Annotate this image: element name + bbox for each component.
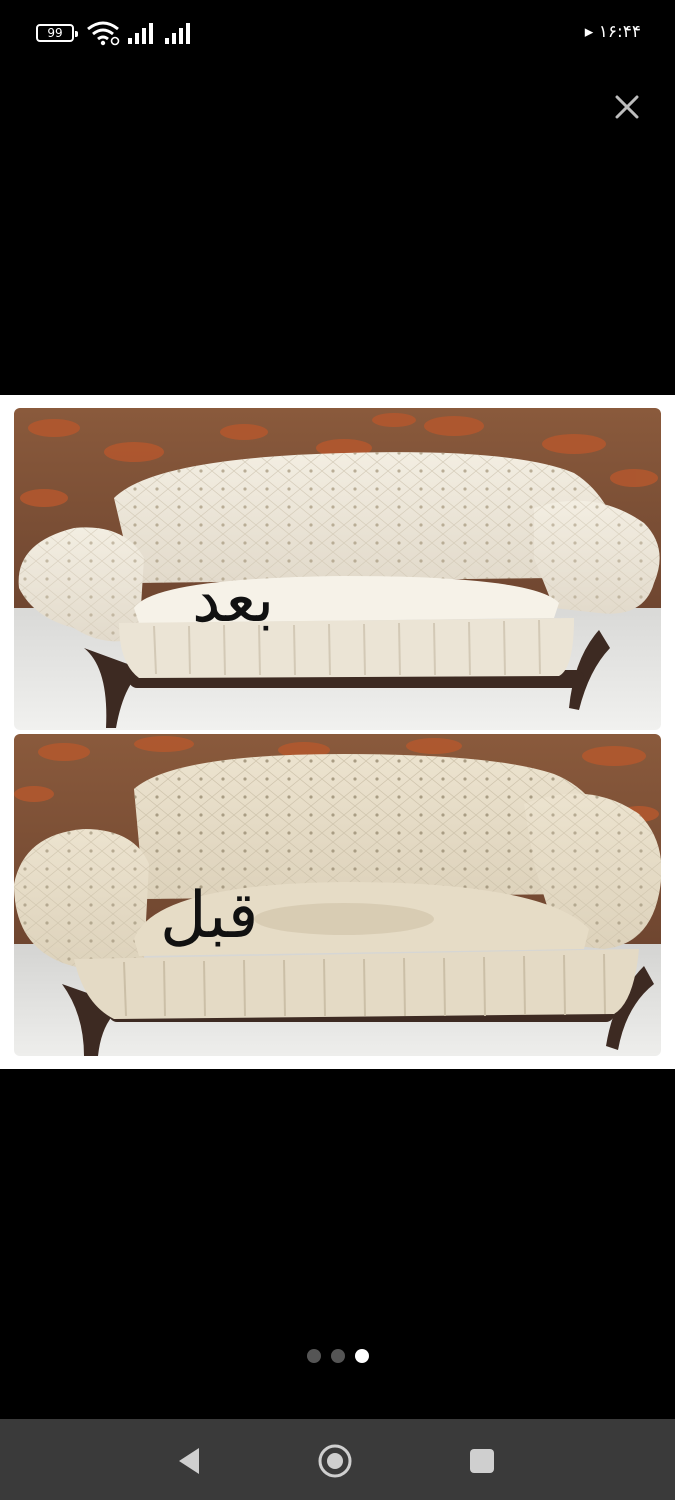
photo-after: بعد [14,408,661,730]
pager-dot[interactable] [306,1349,321,1363]
signal-icon [165,23,190,44]
home-circle-icon [318,1444,352,1478]
wifi-icon [87,21,120,46]
recents-square-icon [470,1449,494,1473]
back-button[interactable] [170,1441,210,1481]
image-viewer[interactable]: بعد قبل [0,395,675,1069]
system-nav-bar [0,1419,675,1500]
close-icon [615,95,639,119]
signal-icon [128,23,153,44]
battery-level: 99 [47,26,63,40]
pager-dot-active[interactable] [354,1349,369,1363]
status-bar: 99 ۱۶:۴۴ ▸ [0,0,675,68]
pager-dots [0,1349,675,1363]
pager-dot[interactable] [330,1349,345,1363]
battery-icon: 99 [36,24,78,42]
caption-before: قبل [160,879,259,953]
home-button[interactable] [315,1441,355,1481]
caption-after: بعد [192,563,275,637]
back-triangle-icon [179,1448,199,1474]
close-button[interactable] [608,88,646,126]
clock: ۱۶:۴۴ ▸ [584,22,641,42]
photo-before: قبل [14,734,661,1056]
recents-button[interactable] [462,1441,502,1481]
